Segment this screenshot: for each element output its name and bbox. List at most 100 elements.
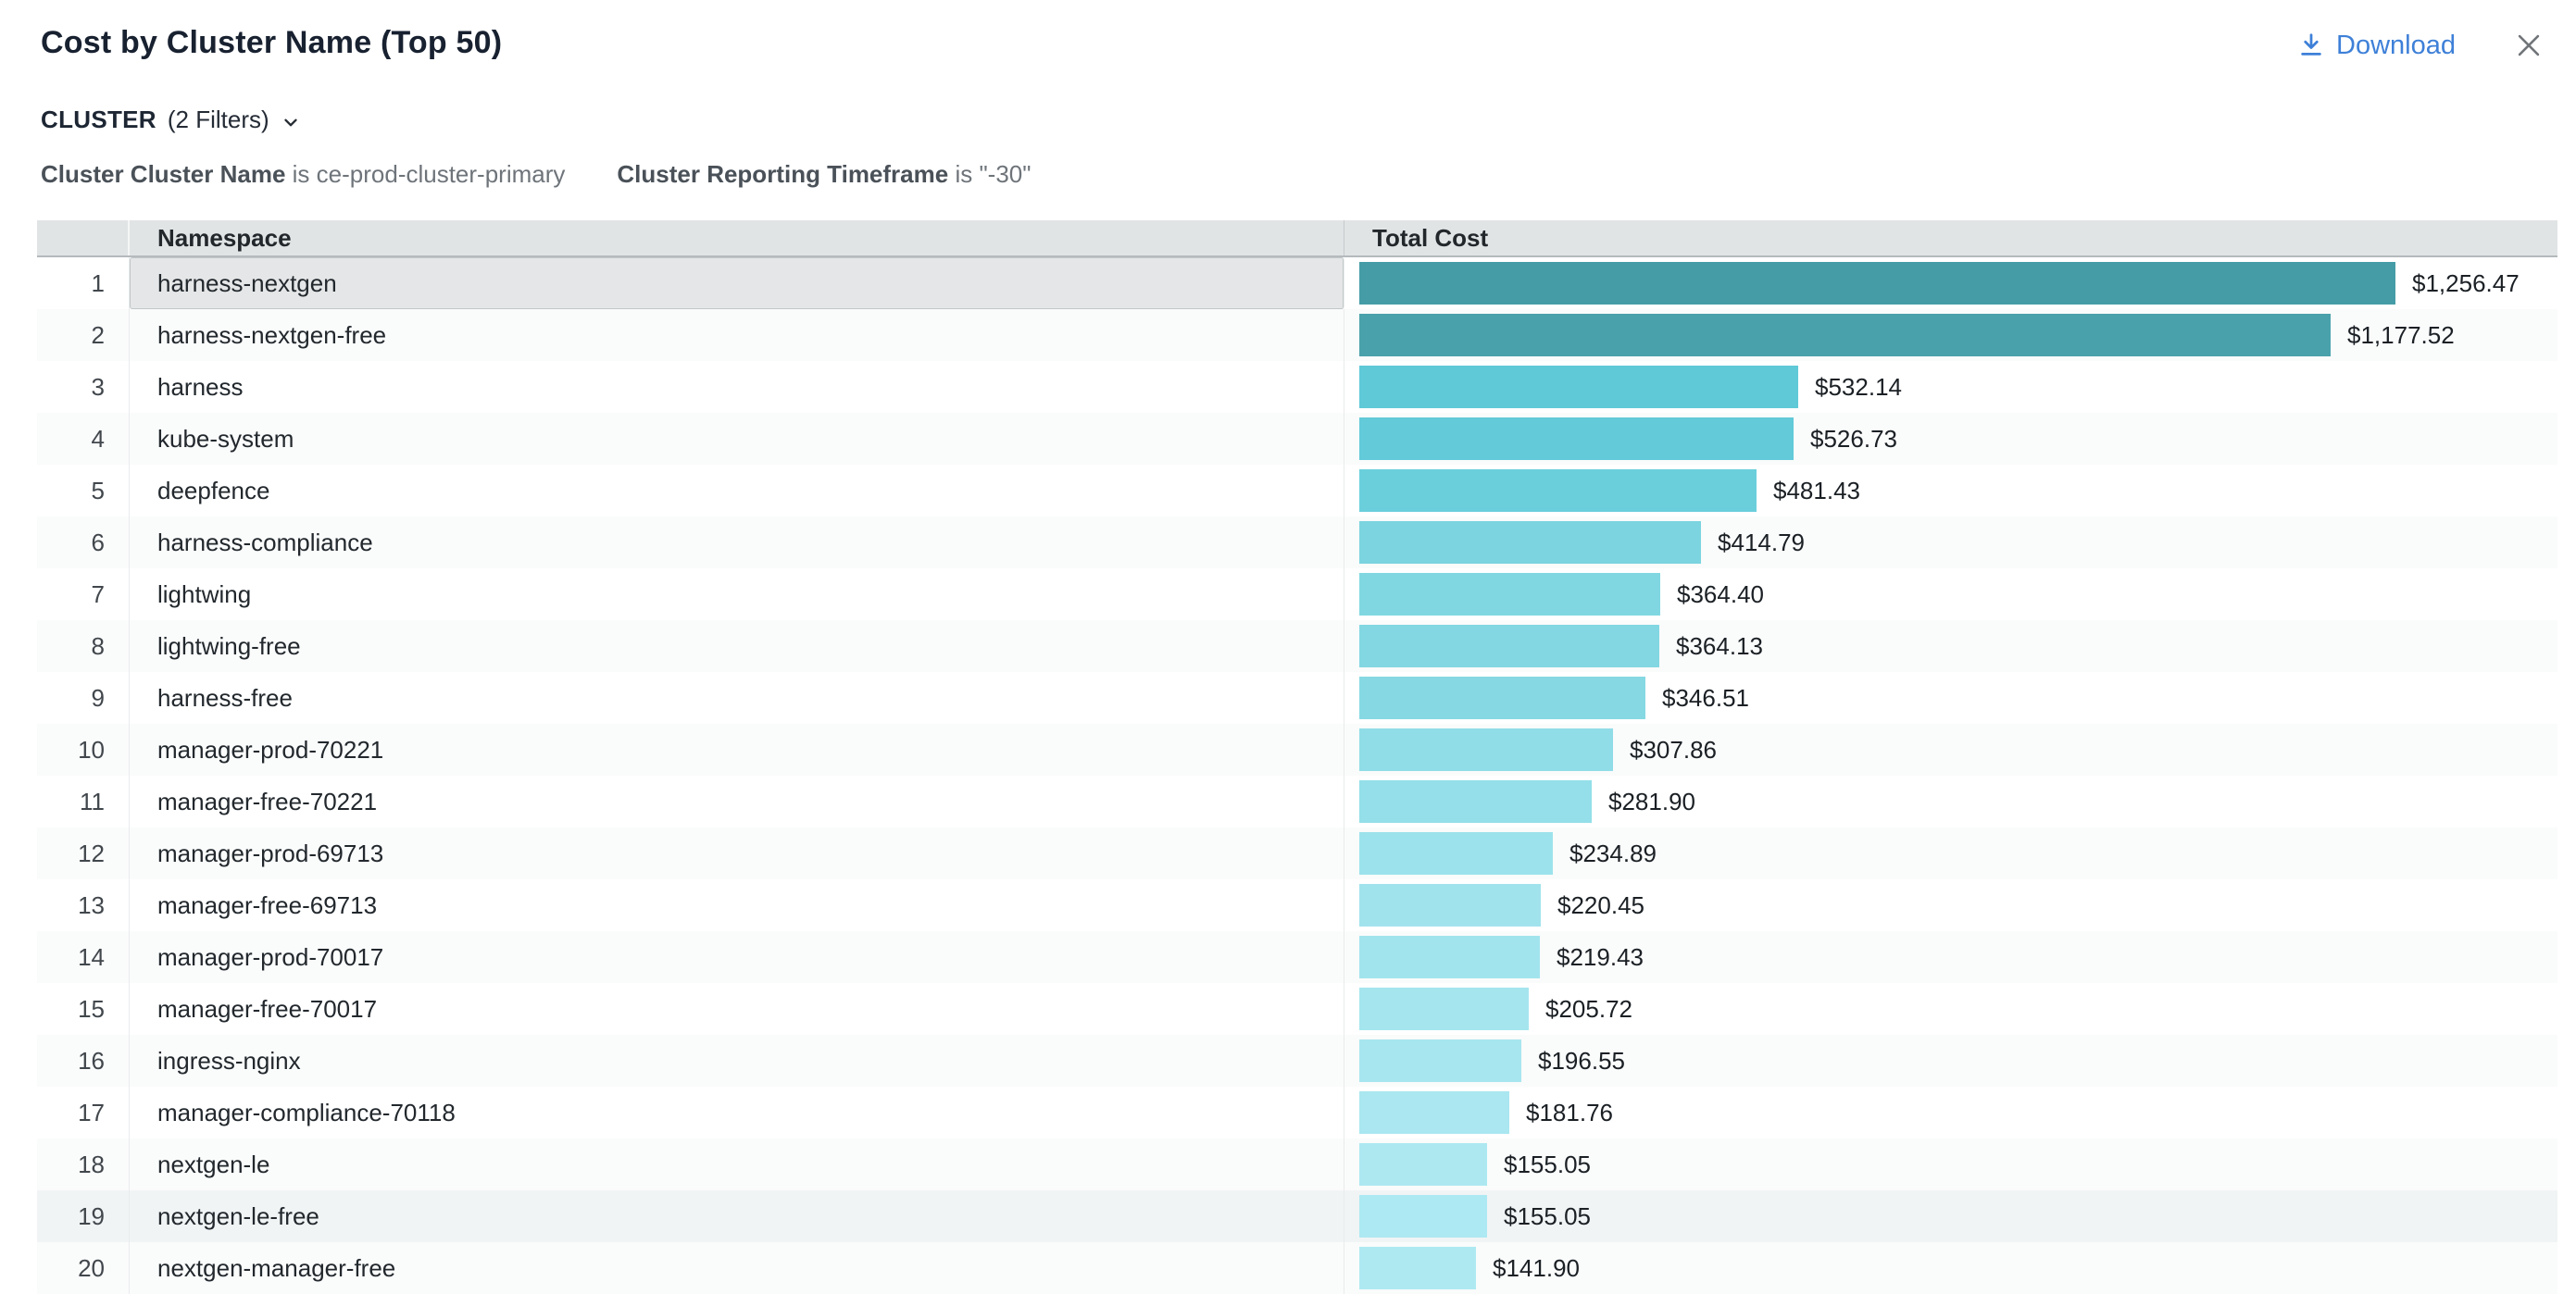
row-namespace[interactable]: lightwing-free bbox=[130, 620, 1344, 672]
table-row[interactable]: 14 manager-prod-70017 $219.43 bbox=[37, 931, 2557, 983]
table-row[interactable]: 11 manager-free-70221 $281.90 bbox=[37, 776, 2557, 827]
filter-cluster-name[interactable]: Cluster Cluster Name is ce-prod-cluster-… bbox=[41, 160, 565, 189]
row-namespace[interactable]: manager-compliance-70118 bbox=[130, 1087, 1344, 1138]
cluster-filter-dropdown[interactable]: CLUSTER (2 Filters) bbox=[41, 106, 301, 134]
cost-value: $307.86 bbox=[1630, 736, 1717, 765]
row-namespace[interactable]: harness-nextgen-free bbox=[130, 309, 1344, 361]
table-row[interactable]: 2 harness-nextgen-free $1,177.52 bbox=[37, 309, 2557, 361]
table-row[interactable]: 8 lightwing-free $364.13 bbox=[37, 620, 2557, 672]
table-row[interactable]: 6 harness-compliance $414.79 bbox=[37, 516, 2557, 568]
row-cost-cell: $414.79 bbox=[1344, 516, 2557, 568]
filter-condition-label: is "-30" bbox=[955, 160, 1031, 188]
row-cost-cell: $196.55 bbox=[1344, 1035, 2557, 1087]
row-cost-cell: $526.73 bbox=[1344, 413, 2557, 465]
table-row[interactable]: 17 manager-compliance-70118 $181.76 bbox=[37, 1087, 2557, 1138]
table-row[interactable]: 16 ingress-nginx $196.55 bbox=[37, 1035, 2557, 1087]
row-namespace[interactable]: manager-prod-69713 bbox=[130, 827, 1344, 879]
filter-field-label: Cluster Reporting Timeframe bbox=[617, 160, 948, 188]
row-namespace[interactable]: deepfence bbox=[130, 465, 1344, 516]
cost-bar bbox=[1359, 573, 1660, 616]
table-row[interactable]: 5 deepfence $481.43 bbox=[37, 465, 2557, 516]
row-namespace[interactable]: manager-free-69713 bbox=[130, 879, 1344, 931]
table-row[interactable]: 18 nextgen-le $155.05 bbox=[37, 1138, 2557, 1190]
table-row[interactable]: 9 harness-free $346.51 bbox=[37, 672, 2557, 724]
table-row[interactable]: 12 manager-prod-69713 $234.89 bbox=[37, 827, 2557, 879]
row-rank: 4 bbox=[37, 413, 130, 465]
row-namespace[interactable]: manager-free-70221 bbox=[130, 776, 1344, 827]
row-cost-cell: $205.72 bbox=[1344, 983, 2557, 1035]
row-cost-cell: $532.14 bbox=[1344, 361, 2557, 413]
table-row[interactable]: 20 nextgen-manager-free $141.90 bbox=[37, 1242, 2557, 1294]
cost-bar bbox=[1359, 988, 1529, 1030]
row-namespace[interactable]: lightwing bbox=[130, 568, 1344, 620]
cost-bar bbox=[1359, 521, 1701, 564]
table-header-row: Namespace Total Cost bbox=[37, 220, 2557, 257]
table-row[interactable]: 10 manager-prod-70221 $307.86 bbox=[37, 724, 2557, 776]
row-cost-cell: $1,256.47 bbox=[1344, 257, 2557, 309]
cost-value: $141.90 bbox=[1493, 1254, 1580, 1283]
row-namespace[interactable]: harness bbox=[130, 361, 1344, 413]
row-rank: 19 bbox=[37, 1190, 130, 1242]
cost-value: $526.73 bbox=[1810, 425, 1897, 454]
row-rank: 17 bbox=[37, 1087, 130, 1138]
cost-by-cluster-modal: Cost by Cluster Name (Top 50) Download bbox=[0, 0, 2576, 1294]
cost-value: $234.89 bbox=[1569, 840, 1657, 868]
row-rank: 18 bbox=[37, 1138, 130, 1190]
cost-value: $1,256.47 bbox=[2412, 269, 2520, 298]
row-cost-cell: $181.76 bbox=[1344, 1087, 2557, 1138]
cost-bar bbox=[1359, 936, 1540, 978]
row-rank: 14 bbox=[37, 931, 130, 983]
cost-bar bbox=[1359, 469, 1757, 512]
row-namespace[interactable]: manager-free-70017 bbox=[130, 983, 1344, 1035]
chevron-down-icon bbox=[281, 108, 301, 132]
cost-bar bbox=[1359, 728, 1613, 771]
cost-value: $281.90 bbox=[1608, 788, 1695, 816]
cost-bar bbox=[1359, 1247, 1476, 1289]
row-namespace[interactable]: harness-compliance bbox=[130, 516, 1344, 568]
close-icon bbox=[2513, 50, 2545, 64]
table-row[interactable]: 15 manager-free-70017 $205.72 bbox=[37, 983, 2557, 1035]
cost-value: $181.76 bbox=[1526, 1099, 1613, 1127]
row-namespace[interactable]: harness-free bbox=[130, 672, 1344, 724]
cost-value: $1,177.52 bbox=[2347, 321, 2455, 350]
row-namespace[interactable]: manager-prod-70221 bbox=[130, 724, 1344, 776]
row-namespace[interactable]: kube-system bbox=[130, 413, 1344, 465]
table-row[interactable]: 1 harness-nextgen $1,256.47 bbox=[37, 257, 2557, 309]
row-namespace[interactable]: nextgen-manager-free bbox=[130, 1242, 1344, 1294]
cost-column-header[interactable]: Total Cost bbox=[1344, 220, 2557, 255]
filter-reporting-timeframe[interactable]: Cluster Reporting Timeframe is "-30" bbox=[617, 160, 1031, 189]
namespace-column-header[interactable]: Namespace bbox=[130, 220, 1344, 255]
row-namespace[interactable]: harness-nextgen bbox=[130, 257, 1344, 309]
table-row[interactable]: 19 nextgen-le-free $155.05 bbox=[37, 1190, 2557, 1242]
row-rank: 16 bbox=[37, 1035, 130, 1087]
table-row[interactable]: 13 manager-free-69713 $220.45 bbox=[37, 879, 2557, 931]
cost-value: $346.51 bbox=[1662, 684, 1749, 713]
cost-value: $219.43 bbox=[1557, 943, 1644, 972]
cost-bar bbox=[1359, 314, 2331, 356]
row-cost-cell: $364.13 bbox=[1344, 620, 2557, 672]
row-cost-cell: $219.43 bbox=[1344, 931, 2557, 983]
table-row[interactable]: 3 harness $532.14 bbox=[37, 361, 2557, 413]
row-namespace[interactable]: nextgen-le-free bbox=[130, 1190, 1344, 1242]
row-namespace[interactable]: nextgen-le bbox=[130, 1138, 1344, 1190]
table-row[interactable]: 7 lightwing $364.40 bbox=[37, 568, 2557, 620]
row-cost-cell: $346.51 bbox=[1344, 672, 2557, 724]
filter-field-label: Cluster Cluster Name bbox=[41, 160, 285, 188]
row-namespace[interactable]: manager-prod-70017 bbox=[130, 931, 1344, 983]
row-cost-cell: $234.89 bbox=[1344, 827, 2557, 879]
table-row[interactable]: 4 kube-system $526.73 bbox=[37, 413, 2557, 465]
row-rank: 6 bbox=[37, 516, 130, 568]
header-actions: Download bbox=[2297, 24, 2548, 65]
applied-filters-bar: Cluster Cluster Name is ce-prod-cluster-… bbox=[41, 160, 2576, 189]
row-rank: 5 bbox=[37, 465, 130, 516]
cost-value: $220.45 bbox=[1557, 891, 1644, 920]
cost-bar bbox=[1359, 262, 2395, 305]
download-button[interactable]: Download bbox=[2297, 31, 2456, 61]
row-rank: 15 bbox=[37, 983, 130, 1035]
cost-table: Namespace Total Cost 1 harness-nextgen $… bbox=[37, 220, 2557, 1294]
row-rank: 10 bbox=[37, 724, 130, 776]
download-icon bbox=[2297, 31, 2325, 59]
close-button[interactable] bbox=[2509, 26, 2548, 65]
cost-value: $481.43 bbox=[1773, 477, 1860, 505]
row-namespace[interactable]: ingress-nginx bbox=[130, 1035, 1344, 1087]
